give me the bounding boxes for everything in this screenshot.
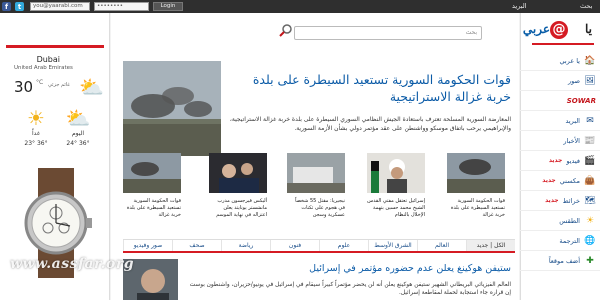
thumb-caption[interactable]: إسرائيل تعتقل مفتي القدس الشيخ محمد حسين… (367, 198, 425, 219)
news-thumb[interactable]: أليكس فيرجسون مدرب مانشستر يونايتد يعلن … (209, 153, 267, 223)
today-label: اليوم (71, 130, 85, 137)
tab-world[interactable]: العالم (417, 240, 466, 251)
thumb-caption[interactable]: قوات الحكومة السورية تستعيد السيطرة على … (123, 198, 181, 219)
news-thumb[interactable]: قوات الحكومة السورية تستعيد السيطرة على … (447, 153, 505, 223)
news-thumb[interactable]: نيجيريا: مقتل 55 شخصاً في هجوم على ثكنات… (287, 153, 345, 223)
news-headline[interactable]: ستيفن هوكينغ يعلن عدم حضوره مؤتمر في إسر… (186, 263, 511, 274)
new-badge: جديد (542, 177, 556, 184)
thumb-image[interactable] (447, 153, 505, 193)
mail-link[interactable]: البريد (512, 2, 527, 10)
add-site-icon: ✚ (586, 255, 594, 266)
category-tabs: الكل | جديد العالم الشرق الأوسط علوم فنو… (123, 239, 515, 253)
thumb-caption[interactable]: أليكس فيرجسون مدرب مانشستر يونايتد يعلن … (209, 198, 267, 219)
sidebar-item-sowar[interactable]: SOWAR (520, 91, 600, 111)
translate-icon: 🌐 (584, 235, 596, 246)
sidebar-item-maps[interactable]: 🗺 خرائط جديد (520, 191, 600, 211)
sidebar-item-mail[interactable]: ✉ البريد (520, 111, 600, 131)
sun-icon: ☀ (27, 106, 45, 130)
weather-icon: ☀ (585, 215, 595, 226)
hero-image[interactable] (123, 61, 221, 156)
weather-city: Dubai (36, 55, 60, 64)
mail-icon: ✉ (586, 115, 594, 126)
at-logo-icon: @ (550, 21, 568, 39)
logo-underline (532, 43, 594, 45)
sidebar-item-label: الطقس (559, 216, 580, 225)
thumb-image[interactable] (367, 153, 425, 193)
video-icon: 🎬 (584, 155, 596, 166)
sidebar-item-home[interactable]: 🏠 يا عربي (520, 51, 600, 71)
right-sidebar: عربي @ يا 🏠 يا عربي 🖼 صور SOWAR ✉ البريد… (520, 13, 600, 300)
sidebar-item-label: خرائط (562, 196, 580, 205)
thumb-image[interactable] (287, 153, 345, 193)
sowar-logo: SOWAR (566, 96, 596, 105)
today-range: 24° 36° (66, 140, 90, 147)
thumb-image[interactable] (209, 153, 267, 193)
sidebar-item-label: صور (567, 76, 580, 85)
password-field[interactable]: •••••••• (94, 2, 149, 11)
news-thumb[interactable]: قوات الحكومة السورية تستعيد السيطرة على … (123, 153, 181, 223)
sidebar-item-add-site[interactable]: ✚ أضف موقعاً (520, 251, 600, 271)
search-icon[interactable] (279, 23, 293, 37)
login-button[interactable]: Login (153, 2, 183, 11)
sidebar-item-label: يا عربي (559, 56, 580, 65)
twitter-icon[interactable]: t (15, 2, 24, 11)
tab-sports[interactable]: رياضة (221, 240, 270, 251)
tab-photos-video[interactable]: صور وفيديو (123, 240, 172, 251)
email-field[interactable]: you@yaarabi.com (30, 2, 90, 11)
weather-condition: غائم جزئي (48, 82, 70, 88)
site-logo[interactable]: عربي @ يا (523, 19, 594, 45)
weather-unit: °C (36, 79, 44, 86)
news-thumb[interactable]: إسرائيل تعتقل مفتي القدس الشيخ محمد حسين… (367, 153, 425, 223)
search-input[interactable]: بحث (294, 26, 482, 40)
logo-text-part: يا (585, 22, 592, 36)
sidebar-item-news[interactable]: 📰 الأخبار (520, 131, 600, 151)
sidebar-item-label: أضف موقعاً (548, 256, 580, 265)
sidebar-item-label: فيديو (566, 156, 580, 165)
tab-newspapers[interactable]: صحف (172, 240, 221, 251)
tab-all[interactable]: الكل | جديد (466, 240, 515, 251)
sidebar-item-label: مكسني (559, 176, 580, 185)
new-badge: جديد (545, 197, 559, 204)
search-placeholder: بحث (465, 29, 477, 36)
main-content: بحث قوات الحكومة السورية تستعيد السيطرة … (111, 13, 519, 300)
sidebar-item-translate[interactable]: 🌐 الترجمة (520, 231, 600, 251)
sidebar-item-label: البريد (565, 116, 580, 125)
new-badge: جديد (548, 157, 563, 164)
thumb-image[interactable] (123, 153, 181, 193)
tab-science[interactable]: علوم (319, 240, 368, 251)
photos-icon: 🖼 (584, 75, 596, 86)
sidebar-item-photos[interactable]: 🖼 صور (520, 71, 600, 91)
top-bar: f t you@yaarabi.com •••••••• Login البري… (0, 0, 600, 13)
facebook-icon[interactable]: f (2, 2, 11, 11)
hero-summary: المعارضة السورية المسلحة تعترف باستعادة … (229, 116, 511, 132)
news-summary: العالم الفيزيائي البريطاني الشهير ستيفن … (189, 282, 511, 296)
sidebar-item-weather[interactable]: ☀ الطقس (520, 211, 600, 231)
sidebar-item-shopping[interactable]: 👜 مكسني جديد (520, 171, 600, 191)
weather-temp: 30 (14, 78, 34, 96)
tab-arts[interactable]: فنون (270, 240, 319, 251)
weather-country: United Arab Emirates (14, 65, 73, 71)
search-link[interactable]: بحث (580, 2, 592, 10)
tomorrow-range: 23° 36° (24, 140, 48, 147)
news-icon: 📰 (584, 135, 596, 146)
watermark-text: www.assfar.org (10, 256, 135, 272)
hero-headline[interactable]: قوات الحكومة السورية تستعيد السيطرة على … (229, 71, 511, 105)
thumb-caption[interactable]: نيجيريا: مقتل 55 شخصاً في هجوم على ثكنات… (287, 198, 345, 219)
thumb-caption[interactable]: قوات الحكومة السورية تستعيد السيطرة على … (447, 198, 505, 219)
cloud-sun-icon: ⛅ (65, 106, 91, 130)
sidebar-item-video[interactable]: 🎬 فيديو جديد (520, 151, 600, 171)
map-icon: 🗺 (584, 195, 596, 206)
sidebar-item-label: الأخبار (563, 136, 580, 145)
weather-widget: Dubai United Arab Emirates 30 °C غائم جز… (6, 45, 104, 160)
bag-icon: 👜 (584, 175, 596, 186)
logo-text-part: عربي (522, 22, 550, 36)
tab-middle-east[interactable]: الشرق الأوسط (368, 240, 417, 251)
home-icon: 🏠 (584, 55, 596, 66)
sidebar-item-label: الترجمة (559, 236, 580, 245)
tomorrow-label: غداً (32, 130, 40, 137)
partly-cloudy-icon: ⛅ (79, 75, 104, 99)
